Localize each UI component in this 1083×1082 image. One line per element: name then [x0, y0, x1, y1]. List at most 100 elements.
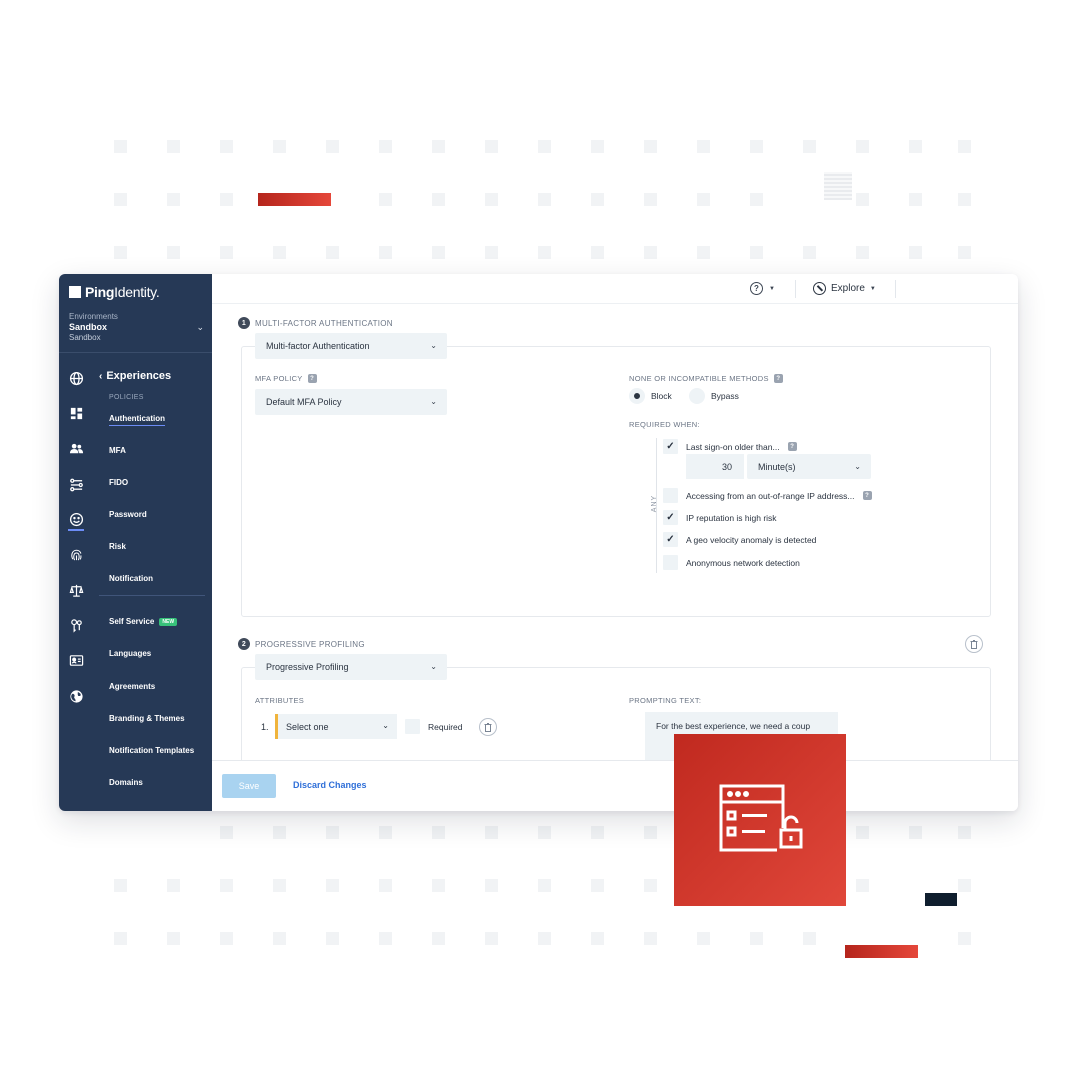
- chevron-down-icon: ⌄: [196, 322, 204, 332]
- duration-value-input[interactable]: 30: [686, 454, 744, 479]
- attribute-required[interactable]: Required: [405, 719, 463, 734]
- nav-item-self-service-label: Self Service: [109, 617, 155, 626]
- caret-down-icon: ▼: [869, 285, 876, 292]
- radio-bypass[interactable]: Bypass: [689, 388, 739, 404]
- radio-button-selected[interactable]: [629, 388, 645, 404]
- mfa-policy-select[interactable]: Default MFA Policy ⌄: [255, 389, 447, 415]
- step-number: 1: [238, 317, 250, 329]
- nav-item-risk[interactable]: Risk: [109, 542, 126, 551]
- any-label: ANY: [651, 494, 659, 513]
- mfa-policy-label-text: MFA POLICY: [255, 374, 303, 383]
- chevron-down-icon: ⌄: [382, 721, 389, 730]
- condition-out-of-range-ip[interactable]: Accessing from an out-of-range IP addres…: [663, 488, 872, 503]
- world-icon[interactable]: [68, 688, 84, 704]
- nav-item-notification[interactable]: Notification: [109, 574, 153, 583]
- nav-item-self-service[interactable]: Self Service NEW: [109, 617, 178, 626]
- attribute-select[interactable]: Select one ⌄: [275, 714, 397, 739]
- globe-icon[interactable]: [68, 370, 84, 386]
- topbar-divider: [895, 280, 896, 298]
- condition-ip-reputation[interactable]: ✓ IP reputation is high risk: [663, 510, 777, 525]
- help-tooltip-icon[interactable]: ?: [307, 374, 317, 383]
- help-tooltip-icon[interactable]: ?: [862, 491, 872, 500]
- help-icon: ?: [750, 282, 763, 295]
- help-tooltip-icon[interactable]: ?: [787, 442, 797, 451]
- nav-item-domains[interactable]: Domains: [109, 778, 143, 787]
- explore-menu-button[interactable]: Explore ▼: [813, 282, 876, 295]
- environment-label: Environments: [69, 312, 118, 321]
- duration-unit-value: Minute(s): [758, 461, 796, 472]
- delete-step-button[interactable]: [965, 635, 983, 653]
- step-profiling-header: 2 PROGRESSIVE PROFILING: [238, 638, 365, 650]
- id-card-icon[interactable]: [68, 652, 84, 668]
- mfa-policy-value: Default MFA Policy: [266, 397, 342, 407]
- experiences-icon[interactable]: [68, 511, 84, 527]
- mfa-type-select[interactable]: Multi-factor Authentication ⌄: [255, 333, 447, 359]
- keys-icon[interactable]: [68, 617, 84, 633]
- rail-active-indicator: [68, 529, 84, 531]
- scales-icon[interactable]: [68, 582, 84, 598]
- nav-item-authentication[interactable]: Authentication: [109, 414, 165, 426]
- condition-label: A geo velocity anomaly is detected: [686, 534, 817, 545]
- radio-button[interactable]: [689, 388, 705, 404]
- radio-block-label: Block: [651, 391, 672, 401]
- connections-icon[interactable]: [68, 476, 84, 492]
- logo-mark: [69, 286, 81, 298]
- topbar-divider: [795, 280, 796, 298]
- app-window: PingIdentity. Environments Sandbox Sandb…: [59, 274, 1018, 811]
- nav-item-password[interactable]: Password: [109, 510, 147, 519]
- condition-geo-velocity[interactable]: ✓ A geo velocity anomaly is detected: [663, 532, 816, 547]
- checkbox-checked[interactable]: ✓: [663, 510, 678, 525]
- save-button[interactable]: Save: [222, 774, 276, 798]
- condition-anonymous-network[interactable]: Anonymous network detection: [663, 555, 800, 570]
- explore-label: Explore: [831, 283, 865, 294]
- trash-icon: [484, 722, 492, 732]
- feature-tile: [674, 734, 846, 906]
- nav-separator: [99, 595, 205, 596]
- dashboard-icon[interactable]: [68, 405, 84, 421]
- step-number: 2: [238, 638, 250, 650]
- users-icon[interactable]: [68, 440, 84, 456]
- compass-icon: [813, 282, 826, 295]
- required-when-label: REQUIRED WHEN:: [629, 420, 700, 429]
- environment-selector[interactable]: Environments Sandbox Sandbox ⌄: [69, 312, 204, 342]
- nav-item-mfa[interactable]: MFA: [109, 446, 126, 455]
- checkbox[interactable]: [663, 555, 678, 570]
- main-content: 1 MULTI-FACTOR AUTHENTICATION Multi-fact…: [212, 304, 1018, 767]
- form-lock-icon: [719, 784, 803, 852]
- logo-text-light: Identity.: [114, 284, 160, 300]
- chevron-down-icon: ⌄: [854, 462, 861, 471]
- checkbox-checked[interactable]: ✓: [663, 439, 678, 454]
- profiling-type-value: Progressive Profiling: [266, 662, 349, 672]
- radio-block[interactable]: Block: [629, 388, 672, 404]
- help-tooltip-icon[interactable]: ?: [773, 374, 783, 383]
- nav-item-agreements[interactable]: Agreements: [109, 682, 155, 691]
- condition-last-sign-on[interactable]: ✓ Last sign-on older than... ?: [663, 439, 797, 454]
- step-title: PROGRESSIVE PROFILING: [255, 639, 365, 649]
- checkbox-checked[interactable]: ✓: [663, 532, 678, 547]
- nav-item-languages[interactable]: Languages: [109, 649, 151, 658]
- checkbox[interactable]: [663, 488, 678, 503]
- attribute-select-value: Select one: [286, 721, 329, 732]
- trash-icon: [970, 639, 978, 649]
- attributes-label: ATTRIBUTES: [255, 696, 305, 705]
- help-menu-button[interactable]: ? ▼: [750, 282, 775, 295]
- delete-attribute-button[interactable]: [479, 718, 497, 736]
- back-to-experiences[interactable]: ‹ Experiences: [99, 370, 171, 382]
- nav-section-policies: POLICIES: [109, 394, 144, 401]
- nav-item-branding-themes[interactable]: Branding & Themes: [109, 714, 185, 723]
- nav-item-fido[interactable]: FIDO: [109, 478, 128, 487]
- profiling-type-select[interactable]: Progressive Profiling ⌄: [255, 654, 447, 680]
- discard-changes-link[interactable]: Discard Changes: [293, 780, 367, 790]
- chevron-down-icon: ⌄: [430, 662, 437, 671]
- attribute-index: 1.: [261, 722, 269, 732]
- duration-unit-select[interactable]: Minute(s) ⌄: [747, 454, 871, 479]
- checkbox[interactable]: [405, 719, 420, 734]
- fingerprint-icon[interactable]: [68, 546, 84, 562]
- nav-item-notification-templates[interactable]: Notification Templates: [109, 746, 194, 755]
- condition-label: Accessing from an out-of-range IP addres…: [686, 490, 855, 501]
- footer-bar: Save Discard Changes: [212, 760, 1018, 811]
- incompatible-methods-label-text: NONE OR INCOMPATIBLE METHODS: [629, 374, 769, 383]
- step-title: MULTI-FACTOR AUTHENTICATION: [255, 318, 393, 328]
- step-mfa-header: 1 MULTI-FACTOR AUTHENTICATION: [238, 317, 393, 329]
- ping-identity-logo[interactable]: PingIdentity.: [69, 284, 160, 300]
